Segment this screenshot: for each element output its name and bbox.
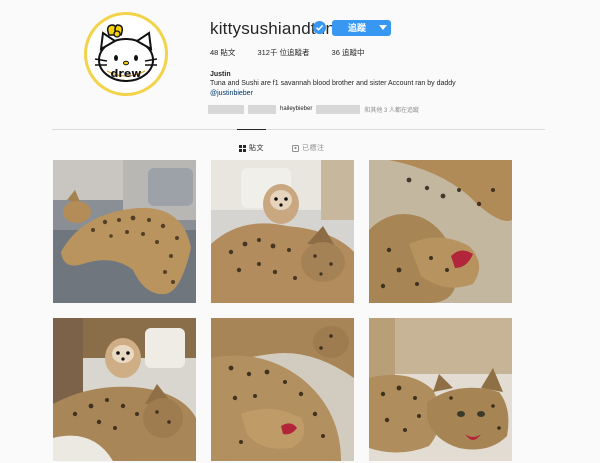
- following-count[interactable]: 36 追蹤中: [332, 47, 365, 58]
- tab-tagged-label: 已標注: [302, 145, 325, 152]
- tag-icon: [292, 144, 299, 152]
- redacted-box: [248, 104, 276, 114]
- grid-icon: [239, 144, 246, 152]
- more-options-button[interactable]: [375, 20, 391, 36]
- post-image: [211, 318, 354, 461]
- post-tile[interactable]: [53, 318, 196, 461]
- post-image: [53, 318, 196, 461]
- followed-by-suffix: 和其他 3 人都在追蹤: [364, 107, 420, 114]
- bio-mention-link[interactable]: @justinbieber: [210, 90, 253, 97]
- post-tile[interactable]: [53, 160, 196, 303]
- profile-avatar[interactable]: drew: [84, 12, 168, 96]
- followers-count[interactable]: 312千 位追蹤者: [257, 47, 309, 58]
- followed-by-name: haileybieber: [280, 106, 313, 112]
- tab-posts[interactable]: 貼文: [237, 129, 266, 153]
- post-image: [369, 160, 512, 303]
- post-tile[interactable]: [369, 318, 512, 461]
- avatar-text: drew: [111, 67, 142, 80]
- avatar-image: drew: [87, 15, 165, 93]
- redacted-box: [316, 104, 361, 114]
- post-image: [369, 318, 512, 461]
- tab-posts-label: 貼文: [249, 145, 264, 152]
- post-tile[interactable]: [211, 318, 354, 461]
- chevron-down-icon: [379, 25, 387, 30]
- post-tile[interactable]: [211, 160, 354, 303]
- tab-tagged[interactable]: 已標注: [292, 143, 325, 153]
- profile-full-name: Justin: [210, 71, 231, 78]
- posts-count: 48 貼文: [210, 48, 236, 57]
- post-image: [53, 160, 196, 303]
- followed-by-row[interactable]: haileybieber 和其他 3 人都在追蹤: [208, 104, 419, 114]
- verified-badge-icon: [313, 21, 326, 34]
- post-image: [211, 160, 354, 303]
- profile-tabs-divider: [52, 129, 545, 130]
- redacted-avatar: [208, 104, 244, 114]
- profile-stats: 48 貼文 312千 位追蹤者 36 追蹤中: [210, 47, 364, 58]
- hello-kitty-logo: drew: [94, 24, 158, 82]
- post-tile[interactable]: [369, 160, 512, 303]
- profile-bio: Tuna and Sushi are f1 savannah blood bro…: [210, 80, 456, 87]
